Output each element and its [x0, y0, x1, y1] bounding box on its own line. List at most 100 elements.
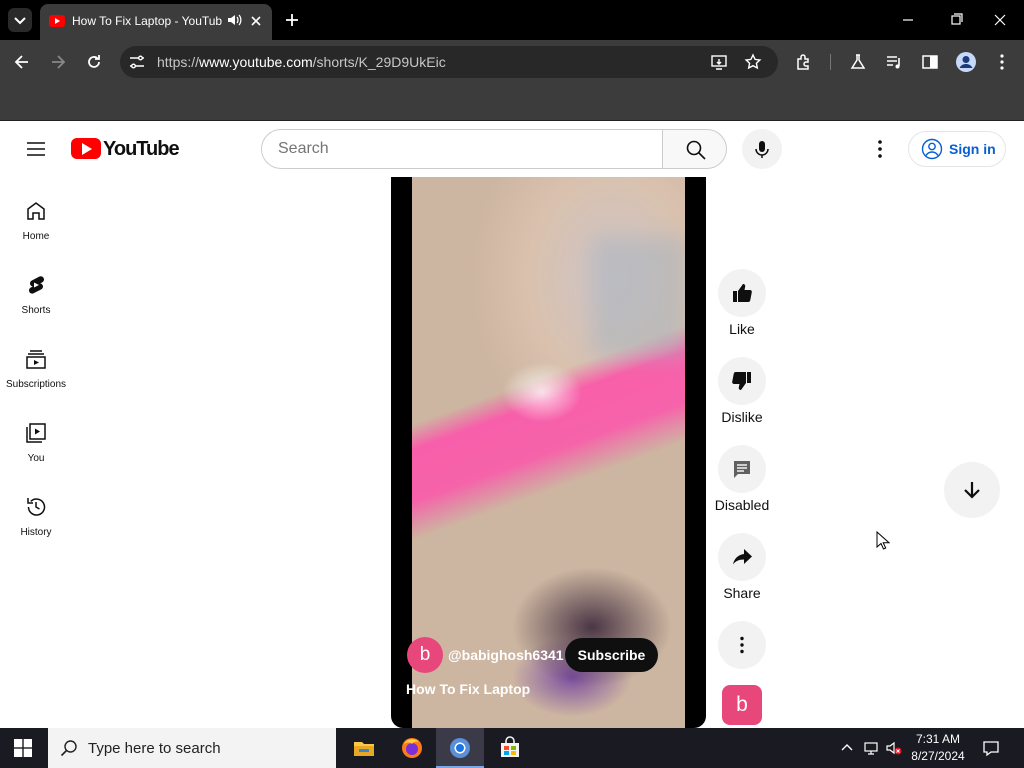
tab-search-button[interactable] [8, 8, 32, 32]
microsoft-store-icon [501, 736, 519, 757]
sign-in-button[interactable]: Sign in [908, 131, 1006, 167]
youtube-favicon-icon [49, 15, 65, 27]
search-icon [686, 140, 706, 160]
youtube-logo-text: YouTube [103, 138, 180, 160]
taskbar-store[interactable] [486, 728, 534, 768]
tab-title: How To Fix Laptop - YouTube [72, 14, 222, 28]
sign-in-label: Sign in [949, 141, 996, 157]
like-label: Like [729, 321, 755, 337]
home-icon [27, 202, 45, 220]
arrow-down-icon [964, 482, 980, 499]
subscriptions-icon [26, 350, 46, 369]
taskbar-search-placeholder: Type here to search [88, 740, 221, 757]
volume-muted-icon[interactable] [886, 740, 902, 756]
taskbar-search-icon [60, 740, 77, 757]
share-label: Share [723, 585, 761, 601]
like-button[interactable] [718, 269, 766, 317]
channel-avatar[interactable]: b [407, 637, 443, 673]
taskbar-chrome[interactable] [436, 728, 484, 768]
screen: How To Fix Laptop - YouTube https://www.… [0, 0, 1024, 768]
guide-item-subscriptions[interactable]: Subscriptions [0, 347, 72, 421]
chevron-down-icon [14, 17, 26, 25]
minimize-icon[interactable] [896, 10, 920, 30]
file-explorer-icon [354, 742, 374, 756]
history-icon [27, 498, 46, 516]
guide-label-home: Home [22, 231, 50, 242]
forward-icon[interactable] [48, 52, 68, 72]
taskbar-search-box[interactable]: Type here to search [48, 728, 336, 768]
install-app-icon[interactable] [710, 53, 728, 71]
labs-flask-icon[interactable] [848, 52, 868, 72]
more-options-button[interactable] [718, 621, 766, 669]
guide-label-subscriptions: Subscriptions [5, 379, 67, 390]
youtube-play-logo-icon [71, 138, 101, 159]
guide-label-you: You [27, 453, 45, 464]
youtube-logo[interactable]: YouTube [71, 138, 180, 160]
extensions-icon[interactable] [794, 52, 814, 72]
share-icon [733, 549, 752, 565]
settings-more-icon[interactable] [868, 137, 892, 161]
guide-item-history[interactable]: History [0, 495, 72, 569]
profile-icon[interactable] [955, 51, 977, 73]
reload-icon[interactable] [84, 52, 104, 72]
bookmark-bar [0, 84, 1024, 121]
network-icon[interactable] [863, 740, 879, 756]
browser-tab-strip: How To Fix Laptop - YouTube [0, 0, 1024, 40]
close-tab-icon[interactable] [248, 13, 264, 29]
you-icon [26, 423, 46, 443]
video-title[interactable]: How To Fix Laptop [406, 681, 530, 697]
audio-playing-icon[interactable] [226, 12, 242, 28]
windows-taskbar: Type here to search 7:31 AM 8/27/2024 [0, 728, 1024, 768]
windows-start-icon[interactable] [14, 739, 32, 757]
tray-overflow-chevron-icon[interactable] [839, 740, 855, 756]
dislike-label: Dislike [721, 409, 763, 425]
search-button[interactable] [662, 129, 727, 169]
sound-source-avatar[interactable]: b [722, 685, 762, 725]
back-icon[interactable] [12, 52, 32, 72]
search-input[interactable] [278, 138, 648, 160]
url-text: https://www.youtube.com/shorts/K_29D9UkE… [157, 54, 446, 70]
browser-menu-icon[interactable] [992, 52, 1012, 72]
restore-icon[interactable] [944, 10, 968, 30]
youtube-header: YouTube Sign in [0, 121, 1024, 177]
chrome-icon [450, 738, 470, 758]
media-controls-icon[interactable] [884, 52, 904, 72]
taskbar-file-explorer[interactable] [340, 728, 388, 768]
taskbar-clock-date[interactable]: 8/27/2024 [904, 749, 972, 763]
account-icon [921, 138, 943, 160]
guide-item-you[interactable]: You [0, 421, 72, 495]
voice-search-button[interactable] [742, 129, 782, 169]
guide-item-home[interactable]: Home [0, 199, 72, 273]
microphone-icon [755, 141, 769, 158]
shorts-video-player[interactable]: b @babighosh6341 Subscribe How To Fix La… [391, 177, 706, 728]
firefox-icon [402, 738, 422, 758]
site-info-icon[interactable] [128, 53, 146, 71]
bookmark-star-icon[interactable] [744, 53, 762, 71]
browser-tab[interactable]: How To Fix Laptop - YouTube [40, 4, 272, 40]
notifications-icon[interactable] [982, 739, 1000, 757]
share-button[interactable] [718, 533, 766, 581]
guide-label-shorts: Shorts [21, 305, 51, 316]
shorts-icon [29, 276, 44, 294]
new-tab-icon[interactable] [282, 10, 302, 30]
url-scheme: https:// [157, 54, 200, 70]
url-path: /shorts/K_29D9UkEic [312, 54, 446, 70]
side-panel-icon[interactable] [920, 52, 940, 72]
hamburger-menu-icon[interactable] [24, 137, 48, 161]
dislike-button[interactable] [718, 357, 766, 405]
comment-icon [734, 461, 750, 478]
channel-handle[interactable]: @babighosh6341 [448, 647, 564, 663]
url-host: www.youtube.com [199, 54, 313, 70]
thumbs-up-icon [733, 284, 752, 302]
taskbar-clock-time[interactable]: 7:31 AM [904, 732, 972, 746]
mouse-cursor-icon [876, 531, 890, 550]
subscribe-button[interactable]: Subscribe [565, 638, 658, 672]
comments-button[interactable] [718, 445, 766, 493]
next-video-button[interactable] [944, 462, 1000, 518]
address-bar[interactable]: https://www.youtube.com/shorts/K_29D9UkE… [120, 46, 778, 78]
guide-label-history: History [20, 527, 52, 538]
browser-toolbar: https://www.youtube.com/shorts/K_29D9UkE… [0, 40, 1024, 84]
guide-item-shorts[interactable]: Shorts [0, 273, 72, 347]
window-close-icon[interactable] [988, 10, 1012, 30]
taskbar-firefox[interactable] [388, 728, 436, 768]
